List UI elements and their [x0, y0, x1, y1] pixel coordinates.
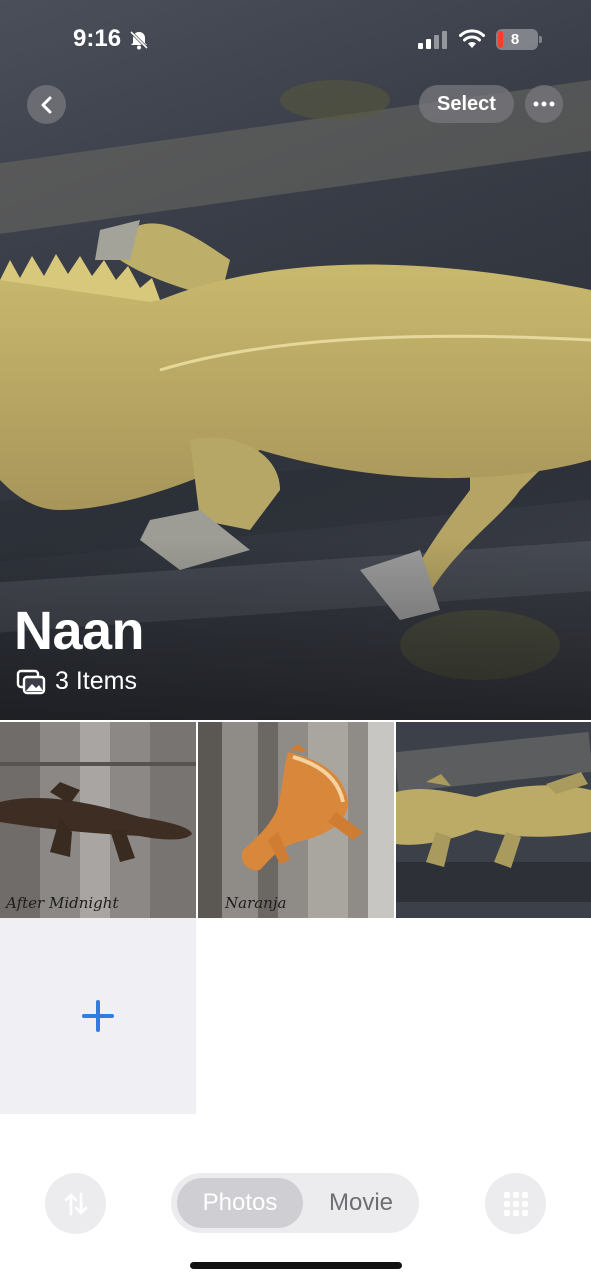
gecko-dark-image	[0, 782, 192, 862]
select-button[interactable]: Select	[419, 85, 514, 123]
album-item-count: 3 Items	[16, 667, 137, 696]
gecko-orange-image	[241, 744, 363, 871]
photo-caption: Naranja	[225, 894, 287, 912]
grid-photo-naranja[interactable]: Naranja	[198, 722, 394, 918]
view-mode-segmented-control: Photos Movie	[171, 1173, 419, 1233]
bell-slash-icon	[129, 30, 149, 50]
status-bar: 9:16 8	[0, 0, 591, 80]
sort-button[interactable]	[45, 1173, 106, 1234]
wifi-icon	[459, 29, 485, 48]
status-time: 9:16	[73, 25, 122, 52]
gecko-tan-image	[396, 772, 591, 868]
grid-view-button[interactable]	[485, 1173, 546, 1234]
more-options-button[interactable]	[525, 85, 563, 123]
grid-photo-naan[interactable]	[396, 722, 591, 918]
tab-movie[interactable]: Movie	[311, 1178, 411, 1228]
tab-photos[interactable]: Photos	[177, 1178, 303, 1228]
battery-percentage: 8	[510, 31, 520, 48]
plus-icon	[82, 1000, 114, 1032]
add-to-album-button[interactable]	[0, 918, 196, 1114]
album-title: Naan	[14, 601, 145, 661]
grid-photo-after-midnight[interactable]: After Midnight	[0, 722, 196, 918]
signal-icon	[418, 31, 447, 49]
sort-arrows-icon	[64, 1192, 87, 1215]
home-indicator[interactable]	[190, 1262, 402, 1269]
chevron-left-icon	[41, 96, 51, 113]
album-key-photo[interactable]: 9:16 8 Select Naan 3 Items	[0, 0, 591, 720]
photo-stack-icon	[16, 669, 46, 694]
back-button[interactable]	[27, 85, 66, 124]
moss-patch	[280, 80, 390, 120]
battery-indicator: 8	[496, 29, 542, 50]
photo-caption: After Midnight	[6, 894, 119, 912]
album-count-label: 3 Items	[55, 667, 137, 695]
ellipsis-icon	[533, 101, 555, 107]
grid-icon	[503, 1191, 528, 1216]
